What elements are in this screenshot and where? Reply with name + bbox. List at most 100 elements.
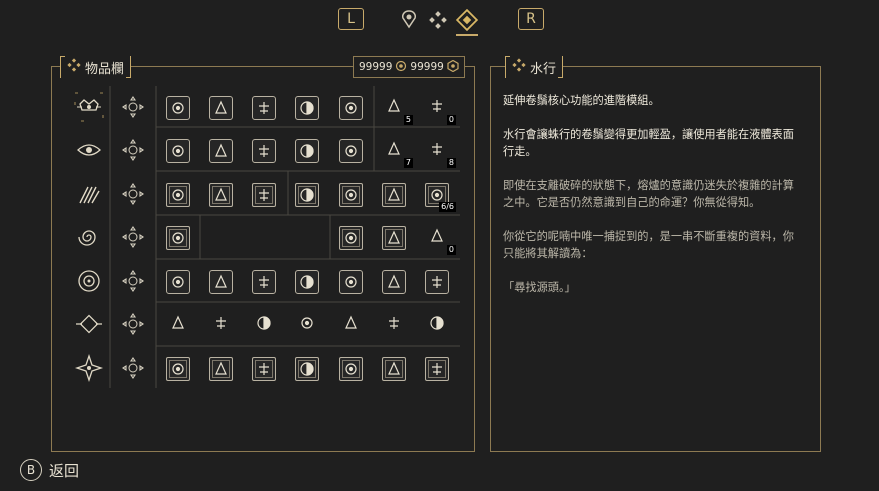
inventory-slot[interactable] <box>165 356 191 382</box>
item-description: 延伸卷鬚核心功能的進階模組。 水行會讓蛛行的卷鬚變得更加輕盈，讓使用者能在液體表… <box>503 92 803 313</box>
inventory-slot[interactable] <box>251 95 277 121</box>
item-count: 8 <box>446 158 456 168</box>
level-6-icon[interactable] <box>120 355 146 381</box>
level-5-icon[interactable] <box>120 311 146 337</box>
inventory-slot[interactable] <box>165 312 191 338</box>
inventory-slot[interactable] <box>251 269 277 295</box>
inventory-slot[interactable] <box>381 356 407 382</box>
inventory-slot[interactable] <box>294 95 320 121</box>
item-count: 7 <box>403 158 413 168</box>
diamonds-small-icon <box>512 58 526 76</box>
flower-glyph-icon <box>166 183 190 207</box>
description-paragraph-3: 即使在支離破碎的狀態下，熔爐的意識仍迷失於複雜的計算之中。它是否仍然意識到自己的… <box>503 179 794 209</box>
inventory-slot[interactable]: 7 <box>381 138 413 168</box>
back-button[interactable]: B 返回 <box>20 459 79 481</box>
level-4-icon[interactable] <box>120 268 146 294</box>
brain-glyph-icon <box>339 139 363 163</box>
arrow-glyph-icon <box>209 183 233 207</box>
ring-sigil-icon[interactable] <box>74 266 104 296</box>
star-sigil-icon[interactable] <box>74 353 104 383</box>
inventory-slot[interactable]: 0 <box>424 225 456 255</box>
inventory-slot[interactable] <box>165 269 191 295</box>
inventory-slot[interactable] <box>208 95 234 121</box>
eye-sigil-icon[interactable] <box>74 135 104 165</box>
rune-e-icon <box>342 314 360 336</box>
rune-u-icon <box>428 314 446 336</box>
inventory-slot[interactable] <box>294 312 320 338</box>
inventory-slot[interactable] <box>338 138 364 164</box>
inventory-slot[interactable] <box>208 356 234 382</box>
sun-glyph-icon <box>339 226 363 250</box>
tree-glyph-icon <box>252 139 276 163</box>
inventory-slot[interactable] <box>251 182 277 208</box>
inventory-slot[interactable] <box>208 182 234 208</box>
hex-lock-icon <box>428 227 446 249</box>
skull-glyph-icon <box>209 96 233 120</box>
music-note-icon <box>382 270 406 294</box>
level-1-icon[interactable] <box>120 137 146 163</box>
tree-glyph-icon <box>252 96 276 120</box>
item-count: 0 <box>446 115 456 125</box>
inventory-slot[interactable] <box>338 95 364 121</box>
level-3-icon[interactable] <box>120 224 146 250</box>
inventory-slot[interactable] <box>294 138 320 164</box>
brain-glyph-icon <box>339 96 363 120</box>
inventory-slot[interactable] <box>165 225 191 251</box>
description-paragraph-1: 延伸卷鬚核心功能的進階模組。 <box>503 94 660 107</box>
level-0-icon[interactable] <box>120 94 146 120</box>
sword-glyph-icon <box>166 226 190 250</box>
inventory-slot[interactable]: 8 <box>424 138 456 168</box>
level-2-icon[interactable] <box>120 181 146 207</box>
inventory-slot[interactable] <box>338 312 364 338</box>
inventory-slot[interactable] <box>294 269 320 295</box>
inventory-slot[interactable]: 6/6 <box>424 182 456 212</box>
inventory-slot[interactable] <box>294 182 320 208</box>
dice-icon <box>295 270 319 294</box>
inventory-slot[interactable] <box>424 269 450 295</box>
inventory-slot[interactable] <box>338 356 364 382</box>
inventory-slot[interactable] <box>251 356 277 382</box>
banner-b-icon <box>209 357 233 381</box>
four-dots-icon <box>385 140 403 162</box>
rune-n-icon <box>385 314 403 336</box>
claw-sigil-icon[interactable] <box>74 179 104 209</box>
inventory-slot[interactable] <box>381 182 407 208</box>
hex-eye-icon <box>428 140 446 162</box>
spiral-sigil-icon[interactable] <box>74 222 104 252</box>
inventory-slot[interactable] <box>165 95 191 121</box>
inventory-slot[interactable] <box>338 269 364 295</box>
wheat-icon <box>209 270 233 294</box>
inventory-slot[interactable] <box>251 312 277 338</box>
banner-e-icon <box>339 357 363 381</box>
item-count: 5 <box>403 115 413 125</box>
inventory-slot[interactable]: 0 <box>424 95 456 125</box>
inventory-slot[interactable]: 5 <box>381 95 413 125</box>
back-label: 返回 <box>49 461 80 480</box>
rune-xi-icon <box>169 314 187 336</box>
diamond-sigil-icon[interactable] <box>74 309 104 339</box>
inventory-slot[interactable] <box>165 138 191 164</box>
pencil-icon <box>339 270 363 294</box>
item-count: 6/6 <box>439 202 456 212</box>
inventory-slot[interactable] <box>294 356 320 382</box>
inventory-slot[interactable] <box>208 312 234 338</box>
crown-sigil-icon[interactable] <box>74 92 104 122</box>
inventory-slot[interactable] <box>338 225 364 251</box>
inventory-slot[interactable] <box>208 269 234 295</box>
item-count: 0 <box>446 245 456 255</box>
half-moon-glyph-icon <box>295 96 319 120</box>
inventory-slot[interactable] <box>165 182 191 208</box>
rune-delta-icon <box>298 314 316 336</box>
inventory-slot[interactable] <box>381 269 407 295</box>
eye-glyph-icon <box>166 96 190 120</box>
inventory-slot[interactable] <box>381 225 407 251</box>
inventory-slot[interactable] <box>381 312 407 338</box>
banner-f-icon <box>382 357 406 381</box>
inventory-slot[interactable] <box>208 138 234 164</box>
inventory-slot[interactable] <box>251 138 277 164</box>
stack-eye-icon <box>385 97 403 119</box>
inventory-slot[interactable] <box>424 312 450 338</box>
inventory-slot[interactable] <box>338 182 364 208</box>
hexagon-gem-icon <box>382 226 406 250</box>
inventory-slot[interactable] <box>424 356 450 382</box>
